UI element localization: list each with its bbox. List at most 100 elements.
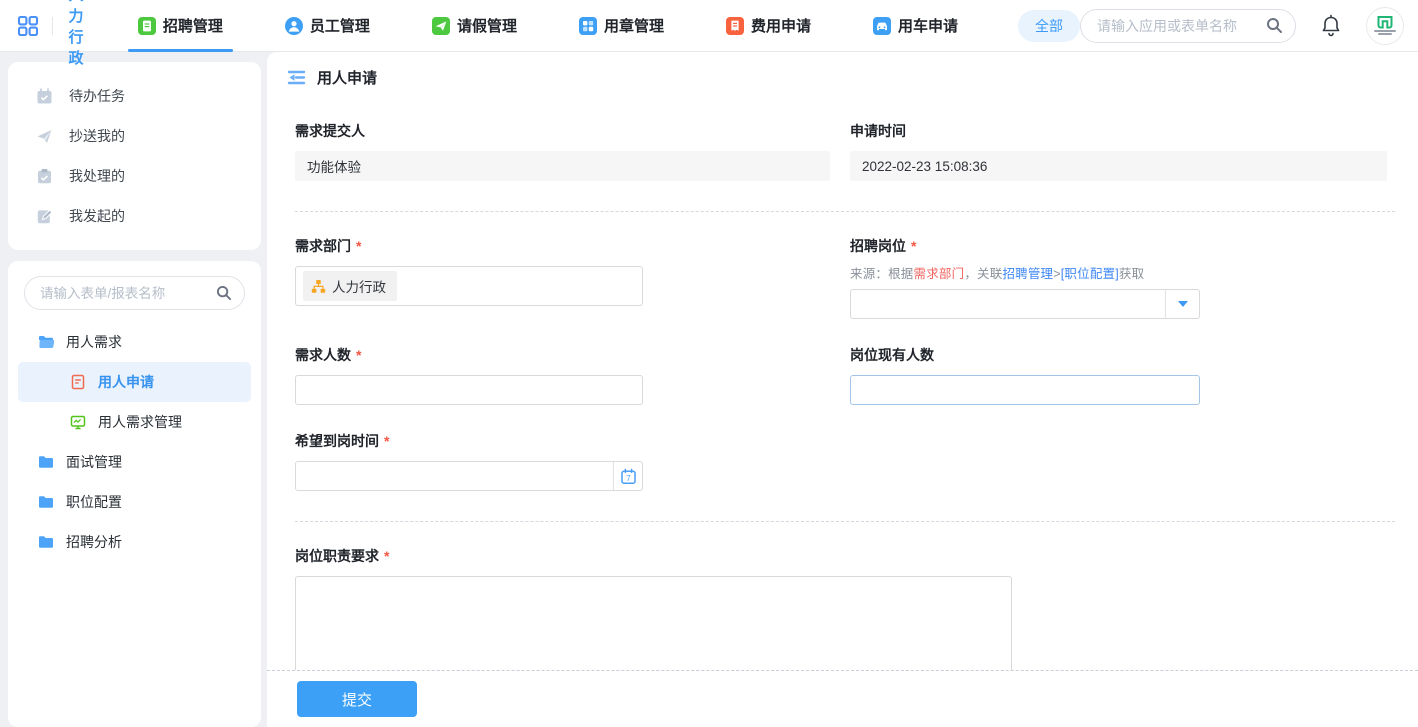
sidebar-item-label: 我发起的 bbox=[69, 206, 125, 226]
field-department: 需求部门 * 人力行政 bbox=[295, 236, 830, 319]
tree-item-label: 招聘分析 bbox=[66, 532, 122, 552]
calendar-icon[interactable]: 7 bbox=[613, 462, 642, 490]
svg-text:7: 7 bbox=[626, 474, 631, 483]
current-headcount-input-wrap bbox=[850, 375, 1200, 405]
search-icon[interactable] bbox=[1266, 17, 1283, 34]
user-avatar[interactable] bbox=[1366, 7, 1404, 45]
recruitment-doc-icon bbox=[138, 17, 156, 35]
position-select-value[interactable] bbox=[851, 290, 1165, 318]
handled-clipboard-icon bbox=[36, 168, 53, 185]
app-search bbox=[1080, 9, 1296, 43]
field-label: 岗位职责要求 bbox=[295, 546, 379, 566]
folder-icon bbox=[38, 494, 54, 510]
logo-caption-line bbox=[1378, 33, 1392, 35]
folder-open-icon bbox=[38, 334, 54, 350]
sidebar-report-staff-demand-mgmt[interactable]: 用人需求管理 bbox=[18, 402, 251, 442]
chevron-down-icon[interactable] bbox=[1165, 290, 1199, 318]
apply-time-readonly-value: 2022-02-23 15:08:36 bbox=[850, 151, 1387, 181]
notification-bell-icon[interactable] bbox=[1320, 14, 1342, 38]
form-search-input[interactable] bbox=[40, 286, 216, 301]
all-apps-badge[interactable]: 全部 bbox=[1018, 10, 1080, 42]
tab-employee[interactable]: 员工管理 bbox=[279, 0, 376, 52]
help-link-position-config[interactable]: [职位配置] bbox=[1061, 267, 1119, 281]
current-headcount-input[interactable] bbox=[851, 376, 1199, 404]
help-text: 获取 bbox=[1119, 267, 1144, 281]
collapse-sidebar-icon[interactable] bbox=[287, 68, 306, 87]
headcount-input-wrap bbox=[295, 375, 643, 405]
position-source-help: 来源：根据需求部门，关联招聘管理>[职位配置]获取 bbox=[850, 263, 1387, 282]
tab-label: 招聘管理 bbox=[163, 15, 223, 36]
required-mark: * bbox=[356, 347, 361, 363]
help-text: ，关联 bbox=[964, 267, 1002, 281]
field-label: 申请时间 bbox=[850, 121, 1387, 141]
department-tag[interactable]: 人力行政 bbox=[303, 271, 397, 301]
leave-plane-icon bbox=[432, 17, 450, 35]
required-mark: * bbox=[384, 548, 389, 564]
job-duty-textarea[interactable] bbox=[295, 576, 1012, 670]
initiated-edit-icon bbox=[36, 208, 53, 225]
expected-date-picker[interactable]: 7 bbox=[295, 461, 643, 491]
field-submitter: 需求提交人 功能体验 bbox=[295, 121, 830, 181]
sidebar: 待办任务 抄送我的 我处理的 我发起的 bbox=[0, 52, 267, 727]
section-divider bbox=[295, 521, 1395, 522]
employee-person-icon bbox=[285, 17, 303, 35]
main-panel: 用人申请 需求提交人 功能体验 申请时间 2022-02-23 15:08:36 bbox=[267, 52, 1418, 727]
tab-label: 用车申请 bbox=[898, 15, 958, 36]
field-label: 招聘岗位 bbox=[850, 236, 906, 256]
sidebar-item-initiated-by-me[interactable]: 我发起的 bbox=[8, 196, 261, 236]
help-text: > bbox=[1053, 267, 1061, 281]
tab-seal[interactable]: 用章管理 bbox=[573, 0, 670, 52]
department-picker[interactable]: 人力行政 bbox=[295, 266, 643, 306]
field-headcount: 需求人数 * bbox=[295, 345, 830, 405]
tab-leave[interactable]: 请假管理 bbox=[426, 0, 523, 52]
sidebar-item-cc-to-me[interactable]: 抄送我的 bbox=[8, 116, 261, 156]
sidebar-folder-recruit-analysis[interactable]: 招聘分析 bbox=[18, 522, 251, 562]
form-body: 需求提交人 功能体验 申请时间 2022-02-23 15:08:36 需求部门… bbox=[267, 97, 1418, 670]
field-expected-date: 希望到岗时间 * 7 bbox=[295, 431, 830, 491]
tab-label: 用章管理 bbox=[604, 15, 664, 36]
field-current-headcount: 岗位现有人数 bbox=[850, 345, 1387, 405]
app-search-input[interactable] bbox=[1097, 18, 1266, 34]
sidebar-folder-position-config[interactable]: 职位配置 bbox=[18, 482, 251, 522]
expense-receipt-icon bbox=[726, 17, 744, 35]
org-chart-icon bbox=[311, 279, 326, 294]
tab-expense[interactable]: 费用申请 bbox=[720, 0, 817, 52]
expected-date-input[interactable] bbox=[296, 462, 613, 490]
submit-button[interactable]: 提交 bbox=[297, 681, 417, 717]
tree-item-label: 用人需求 bbox=[66, 332, 122, 352]
app-tabs: 招聘管理 员工管理 请假管理 用章管理 费用申请 bbox=[132, 0, 1014, 52]
sidebar-item-label: 待办任务 bbox=[69, 86, 125, 106]
form-header: 用人申请 bbox=[267, 52, 1418, 97]
apps-grid-icon[interactable] bbox=[16, 13, 40, 39]
position-select[interactable] bbox=[850, 289, 1200, 319]
sidebar-item-label: 抄送我的 bbox=[69, 126, 125, 146]
help-link-recruit-mgmt[interactable]: 招聘管理 bbox=[1002, 267, 1053, 281]
page-title: 用人申请 bbox=[317, 67, 377, 88]
sidebar-item-handled-by-me[interactable]: 我处理的 bbox=[8, 156, 261, 196]
headcount-input[interactable] bbox=[296, 376, 642, 404]
todo-calendar-icon bbox=[36, 88, 53, 105]
field-label: 岗位现有人数 bbox=[850, 345, 934, 365]
field-label: 需求人数 bbox=[295, 345, 351, 365]
field-label: 需求部门 bbox=[295, 236, 351, 256]
report-dashboard-icon bbox=[70, 414, 86, 430]
required-mark: * bbox=[356, 238, 361, 254]
tab-vehicle[interactable]: 用车申请 bbox=[867, 0, 964, 52]
help-link-department: 需求部门 bbox=[914, 267, 965, 281]
sidebar-folder-interview-mgmt[interactable]: 面试管理 bbox=[18, 442, 251, 482]
sidebar-item-todo-tasks[interactable]: 待办任务 bbox=[8, 76, 261, 116]
form-tree-card: 用人需求 用人申请 用人需求管理 面试管理 bbox=[8, 261, 261, 727]
sidebar-form-staff-application[interactable]: 用人申请 bbox=[18, 362, 251, 402]
cc-plane-icon bbox=[36, 128, 53, 145]
current-app-name[interactable]: 人力行政 bbox=[68, 0, 95, 68]
form-search bbox=[24, 276, 245, 310]
tree-item-label: 面试管理 bbox=[66, 452, 122, 472]
tab-label: 员工管理 bbox=[310, 15, 370, 36]
tab-recruitment[interactable]: 招聘管理 bbox=[132, 0, 229, 52]
quick-menu-card: 待办任务 抄送我的 我处理的 我发起的 bbox=[8, 62, 261, 250]
tree-item-label: 用人申请 bbox=[98, 372, 154, 392]
field-label: 希望到岗时间 bbox=[295, 431, 379, 451]
form-footer: 提交 bbox=[267, 670, 1418, 727]
search-icon[interactable] bbox=[216, 285, 232, 301]
sidebar-folder-staff-demand[interactable]: 用人需求 bbox=[18, 322, 251, 362]
